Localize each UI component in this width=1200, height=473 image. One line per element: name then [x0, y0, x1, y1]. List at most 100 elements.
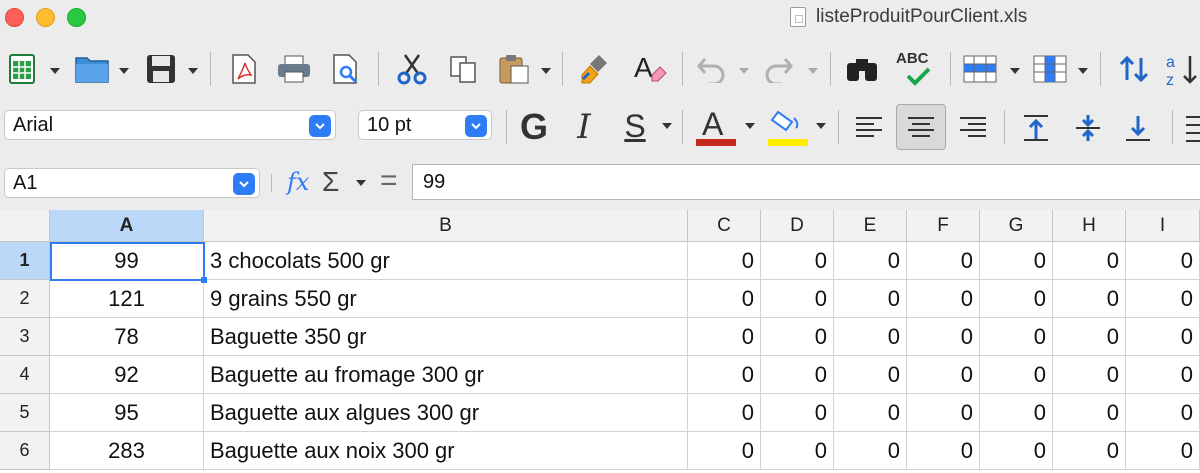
- column-header-i[interactable]: I: [1126, 210, 1200, 242]
- row-header[interactable]: 1: [0, 242, 50, 280]
- cell-c6[interactable]: 0: [688, 432, 761, 470]
- cell-e4[interactable]: 0: [834, 356, 907, 394]
- redo-dropdown-icon[interactable]: [808, 68, 818, 74]
- row-dropdown-icon[interactable]: [1010, 68, 1020, 74]
- align-right-icon[interactable]: [952, 108, 994, 148]
- cell-g5[interactable]: 0: [980, 394, 1053, 432]
- sum-dropdown-icon[interactable]: [356, 180, 366, 186]
- cell-d6[interactable]: 0: [761, 432, 834, 470]
- close-window-button[interactable]: [5, 8, 24, 27]
- cell-f2[interactable]: 0: [907, 280, 980, 318]
- print-preview-icon[interactable]: [328, 52, 364, 86]
- cell-e3[interactable]: 0: [834, 318, 907, 356]
- clear-formatting-icon[interactable]: A: [630, 52, 670, 86]
- paste-dropdown-icon[interactable]: [541, 68, 551, 74]
- column-header-e[interactable]: E: [834, 210, 907, 242]
- undo-icon[interactable]: [694, 52, 730, 86]
- cell-c1[interactable]: 0: [688, 242, 761, 280]
- italic-button[interactable]: I: [566, 107, 602, 147]
- column-icon[interactable]: [1030, 52, 1070, 86]
- cell-e1[interactable]: 0: [834, 242, 907, 280]
- highlight-color-button[interactable]: [766, 106, 810, 148]
- font-name-box[interactable]: Arial: [4, 110, 336, 140]
- cell-g2[interactable]: 0: [980, 280, 1053, 318]
- cell-b2[interactable]: 9 grains 550 gr: [204, 280, 688, 318]
- column-header-c[interactable]: C: [688, 210, 761, 242]
- cell-g1[interactable]: 0: [980, 242, 1053, 280]
- print-icon[interactable]: [274, 52, 314, 86]
- undo-dropdown-icon[interactable]: [739, 68, 749, 74]
- save-dropdown-icon[interactable]: [188, 68, 198, 74]
- font-name-dropdown-icon[interactable]: [309, 115, 331, 137]
- spelling-icon[interactable]: ABC: [892, 48, 942, 88]
- row-icon[interactable]: [960, 52, 1000, 86]
- cell-g3[interactable]: 0: [980, 318, 1053, 356]
- new-dropdown-icon[interactable]: [50, 68, 60, 74]
- copy-icon[interactable]: [444, 52, 482, 86]
- cell-b1[interactable]: 3 chocolats 500 gr: [204, 242, 688, 280]
- cut-icon[interactable]: [392, 52, 432, 86]
- cell-e6[interactable]: 0: [834, 432, 907, 470]
- cell-i6[interactable]: 0: [1126, 432, 1200, 470]
- underline-button[interactable]: S: [616, 106, 654, 146]
- redo-icon[interactable]: [760, 52, 796, 86]
- cell-c3[interactable]: 0: [688, 318, 761, 356]
- cell-h4[interactable]: 0: [1053, 356, 1126, 394]
- formula-input[interactable]: 99: [412, 164, 1200, 200]
- cell-a3[interactable]: 78: [50, 318, 204, 356]
- cell-e2[interactable]: 0: [834, 280, 907, 318]
- cell-d3[interactable]: 0: [761, 318, 834, 356]
- cell-b6[interactable]: Baguette aux noix 300 gr: [204, 432, 688, 470]
- cell-a1[interactable]: 99: [50, 242, 204, 280]
- function-wizard-button[interactable]: fx: [287, 168, 309, 196]
- cell-f5[interactable]: 0: [907, 394, 980, 432]
- select-all-corner[interactable]: [0, 210, 50, 242]
- cell-a2[interactable]: 121: [50, 280, 204, 318]
- row-header[interactable]: 6: [0, 432, 50, 470]
- font-size-box[interactable]: 10 pt: [358, 110, 492, 140]
- cell-h5[interactable]: 0: [1053, 394, 1126, 432]
- cell-c4[interactable]: 0: [688, 356, 761, 394]
- cell-a6[interactable]: 283: [50, 432, 204, 470]
- cell-d1[interactable]: 0: [761, 242, 834, 280]
- cell-a4[interactable]: 92: [50, 356, 204, 394]
- align-left-icon[interactable]: [848, 108, 890, 148]
- cell-h6[interactable]: 0: [1053, 432, 1126, 470]
- wrap-text-icon[interactable]: [1184, 108, 1200, 148]
- cell-a5[interactable]: 95: [50, 394, 204, 432]
- highlight-dropdown-icon[interactable]: [816, 123, 826, 129]
- cell-h3[interactable]: 0: [1053, 318, 1126, 356]
- column-header-a[interactable]: A: [50, 210, 204, 242]
- cell-f6[interactable]: 0: [907, 432, 980, 470]
- name-box-dropdown-icon[interactable]: [233, 173, 255, 195]
- clone-formatting-icon[interactable]: [576, 52, 614, 86]
- open-dropdown-icon[interactable]: [119, 68, 129, 74]
- cell-g4[interactable]: 0: [980, 356, 1053, 394]
- cell-f1[interactable]: 0: [907, 242, 980, 280]
- cell-h2[interactable]: 0: [1053, 280, 1126, 318]
- minimize-window-button[interactable]: [36, 8, 55, 27]
- cell-b3[interactable]: Baguette 350 gr: [204, 318, 688, 356]
- cell-f3[interactable]: 0: [907, 318, 980, 356]
- open-folder-icon[interactable]: [72, 52, 112, 86]
- sort-ascending-icon[interactable]: az: [1164, 50, 1200, 88]
- column-dropdown-icon[interactable]: [1078, 68, 1088, 74]
- font-color-button[interactable]: A: [694, 106, 738, 148]
- row-header[interactable]: 3: [0, 318, 50, 356]
- sum-button[interactable]: Σ: [322, 166, 339, 198]
- underline-dropdown-icon[interactable]: [662, 123, 672, 129]
- cell-d5[interactable]: 0: [761, 394, 834, 432]
- maximize-window-button[interactable]: [67, 8, 86, 27]
- cell-i4[interactable]: 0: [1126, 356, 1200, 394]
- row-header[interactable]: 4: [0, 356, 50, 394]
- cell-d4[interactable]: 0: [761, 356, 834, 394]
- font-size-dropdown-icon[interactable]: [465, 115, 487, 137]
- align-bottom-icon[interactable]: [1118, 108, 1158, 148]
- align-center-icon[interactable]: [900, 108, 942, 148]
- spreadsheet-grid[interactable]: A B C D E F G H I 1 99 3 chocolats 500 gr 0…: [0, 210, 1200, 473]
- sort-icon[interactable]: [1114, 52, 1154, 86]
- cell-b4[interactable]: Baguette au fromage 300 gr: [204, 356, 688, 394]
- find-replace-icon[interactable]: [842, 52, 882, 86]
- cell-c5[interactable]: 0: [688, 394, 761, 432]
- cell-i1[interactable]: 0: [1126, 242, 1200, 280]
